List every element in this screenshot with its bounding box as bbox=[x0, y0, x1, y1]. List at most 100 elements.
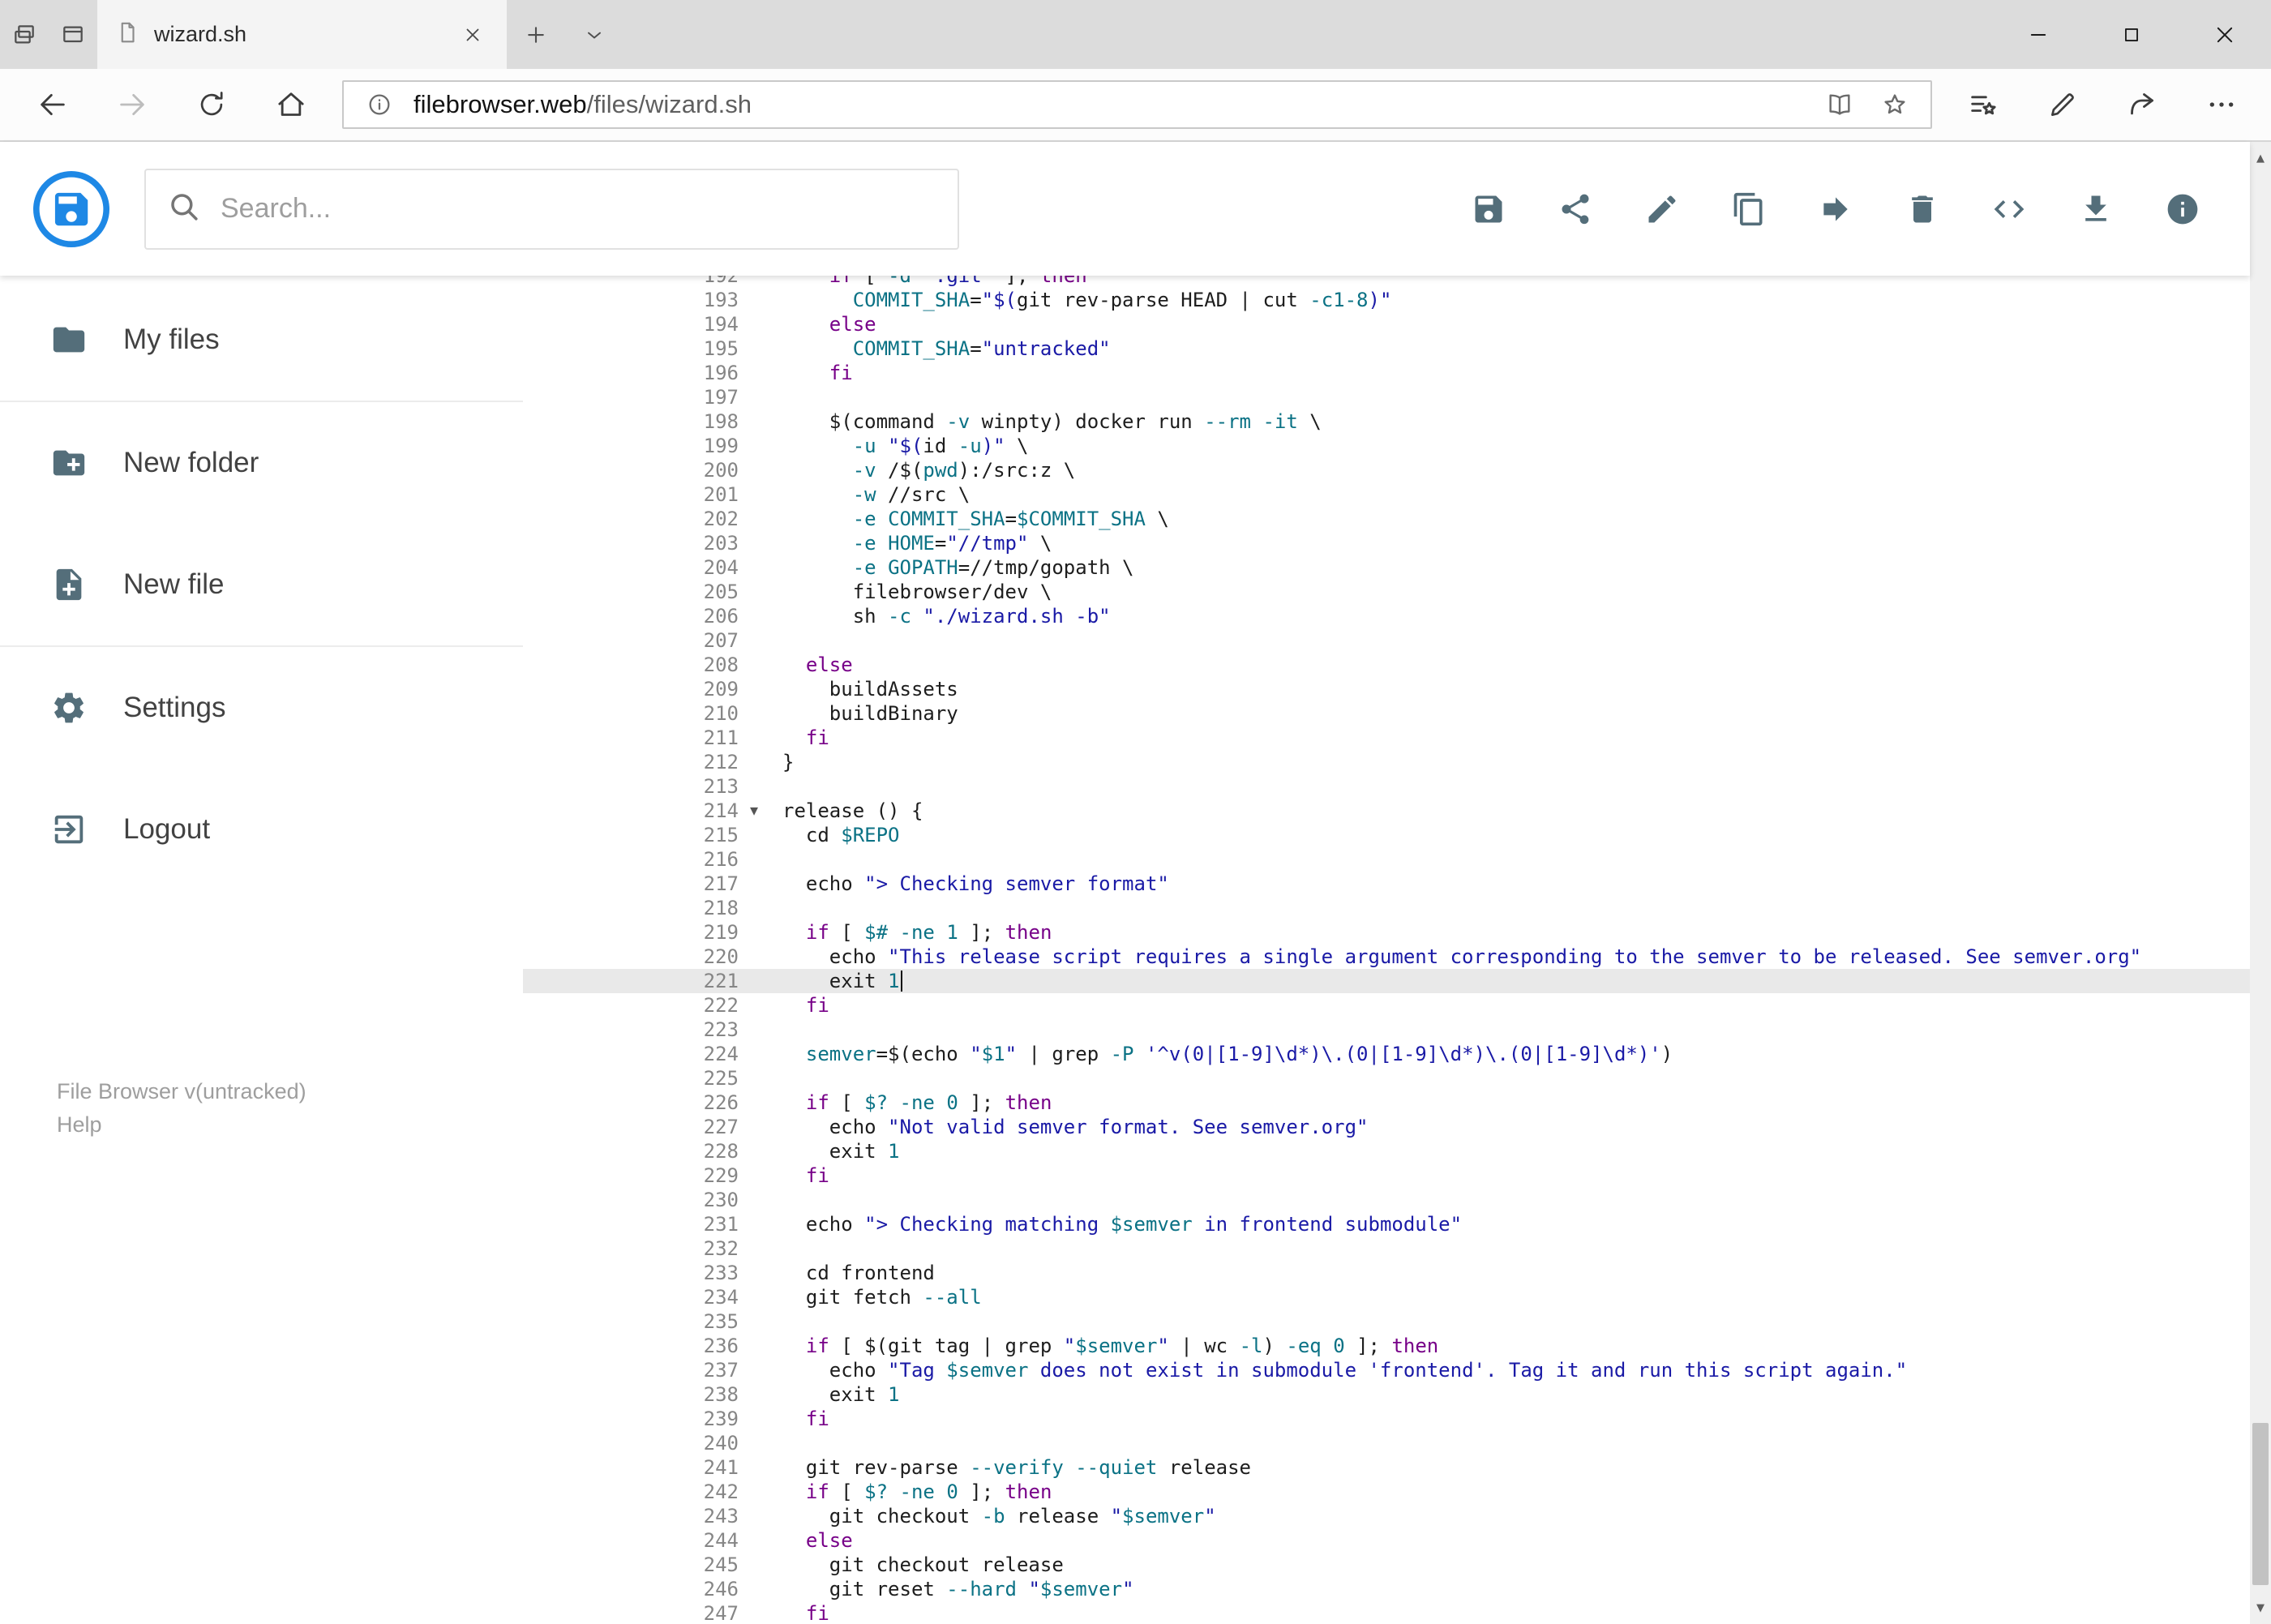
move-arrow-icon[interactable] bbox=[1792, 165, 1879, 254]
code-line[interactable]: 197 bbox=[523, 385, 2250, 409]
code-line[interactable]: 243 git checkout -b release "$semver" bbox=[523, 1504, 2250, 1528]
code-line[interactable]: 234 git fetch --all bbox=[523, 1285, 2250, 1309]
code-line[interactable]: 218 bbox=[523, 896, 2250, 920]
code-line[interactable]: 227 echo "Not valid semver format. See s… bbox=[523, 1115, 2250, 1139]
scrollbar-thumb[interactable] bbox=[2252, 1423, 2269, 1585]
help-link[interactable]: Help bbox=[57, 1108, 523, 1142]
code-line[interactable]: 193 COMMIT_SHA="$(git rev-parse HEAD | c… bbox=[523, 288, 2250, 312]
sidebar-item-new-file[interactable]: New file bbox=[0, 524, 523, 645]
code-line[interactable]: 206 sh -c "./wizard.sh -b" bbox=[523, 604, 2250, 628]
code-editor[interactable]: 192 if [ -d ".git" ]; then 193 COMMIT_SHA… bbox=[523, 276, 2250, 1624]
code-line[interactable]: 230 bbox=[523, 1188, 2250, 1212]
code-line[interactable]: 238 exit 1 bbox=[523, 1382, 2250, 1407]
code-line[interactable]: 235 bbox=[523, 1309, 2250, 1334]
code-line[interactable]: 233 cd frontend bbox=[523, 1261, 2250, 1285]
sidebar-item-settings[interactable]: Settings bbox=[0, 647, 523, 769]
code-line[interactable]: 228 exit 1 bbox=[523, 1139, 2250, 1163]
code-line[interactable]: 213 bbox=[523, 774, 2250, 799]
code-line[interactable]: 246 git reset --hard "$semver" bbox=[523, 1577, 2250, 1601]
code-line[interactable]: 239 fi bbox=[523, 1407, 2250, 1431]
code-line[interactable]: 212} bbox=[523, 750, 2250, 774]
back-icon[interactable] bbox=[13, 69, 92, 140]
code-line[interactable]: 245 git checkout release bbox=[523, 1553, 2250, 1577]
more-menu-icon[interactable] bbox=[2182, 69, 2261, 140]
download-icon[interactable] bbox=[2052, 165, 2139, 254]
sidebar-item-my-files[interactable]: My files bbox=[0, 279, 523, 401]
tab-close-icon[interactable] bbox=[456, 19, 489, 51]
home-icon[interactable] bbox=[251, 69, 331, 140]
code-line[interactable]: 225 bbox=[523, 1066, 2250, 1091]
share-file-icon[interactable] bbox=[1532, 165, 1618, 254]
code-line[interactable]: 201 -w //src \ bbox=[523, 482, 2250, 507]
favorite-star-icon[interactable] bbox=[1874, 84, 1916, 126]
delete-trash-icon[interactable] bbox=[1879, 165, 1965, 254]
scroll-down-icon[interactable]: ▼ bbox=[2250, 1592, 2271, 1624]
rename-pencil-icon[interactable] bbox=[1618, 165, 1705, 254]
code-line[interactable]: 209 buildAssets bbox=[523, 677, 2250, 701]
set-tabs-aside-icon[interactable] bbox=[0, 0, 49, 69]
maximize-button[interactable] bbox=[2085, 0, 2178, 69]
code-line[interactable]: 215 cd $REPO bbox=[523, 823, 2250, 847]
code-line[interactable]: 200 -v /$(pwd):/src:z \ bbox=[523, 458, 2250, 482]
code-line[interactable]: 224 semver=$(echo "$1" | grep -P '^v(0|[… bbox=[523, 1042, 2250, 1066]
code-line[interactable]: 240 bbox=[523, 1431, 2250, 1455]
sidebar-item-logout[interactable]: Logout bbox=[0, 769, 523, 890]
minimize-button[interactable] bbox=[1991, 0, 2085, 69]
code-line[interactable]: 223 bbox=[523, 1018, 2250, 1042]
scroll-up-icon[interactable]: ▲ bbox=[2250, 142, 2271, 174]
code-line[interactable]: 202 -e COMMIT_SHA=$COMMIT_SHA \ bbox=[523, 507, 2250, 531]
page-scrollbar[interactable]: ▲ ▼ bbox=[2250, 142, 2271, 1624]
reading-view-icon[interactable] bbox=[1819, 84, 1861, 126]
code-line[interactable]: 198 $(command -v winpty) docker run --rm… bbox=[523, 409, 2250, 434]
search-box[interactable] bbox=[144, 168, 959, 250]
copy-icon[interactable] bbox=[1705, 165, 1792, 254]
fold-arrow-icon[interactable]: ▾ bbox=[750, 798, 758, 822]
tab-list-chevron-icon[interactable] bbox=[565, 0, 623, 69]
web-note-pen-icon[interactable] bbox=[2023, 69, 2102, 140]
tab-preview-icon[interactable] bbox=[49, 0, 97, 69]
code-line[interactable]: 241 git rev-parse --verify --quiet relea… bbox=[523, 1455, 2250, 1480]
address-bar[interactable]: filebrowser.web/files/wizard.sh bbox=[342, 80, 1932, 129]
code-line[interactable]: 192 if [ -d ".git" ]; then bbox=[523, 276, 2250, 288]
code-line[interactable]: 231 echo "> Checking matching $semver in… bbox=[523, 1212, 2250, 1236]
code-line[interactable]: 195 COMMIT_SHA="untracked" bbox=[523, 336, 2250, 361]
code-line[interactable]: 211 fi bbox=[523, 726, 2250, 750]
code-line[interactable]: 205 filebrowser/dev \ bbox=[523, 580, 2250, 604]
code-line[interactable]: 244 else bbox=[523, 1528, 2250, 1553]
code-line[interactable]: 236 if [ $(git tag | grep "$semver" | wc… bbox=[523, 1334, 2250, 1358]
code-line[interactable]: 219 if [ $# -ne 1 ]; then bbox=[523, 920, 2250, 945]
code-line[interactable]: 221 exit 1 bbox=[523, 969, 2250, 993]
refresh-icon[interactable] bbox=[172, 69, 251, 140]
code-line[interactable]: 210 buildBinary bbox=[523, 701, 2250, 726]
code-line[interactable]: 232 bbox=[523, 1236, 2250, 1261]
code-line[interactable]: 237 echo "Tag $semver does not exist in … bbox=[523, 1358, 2250, 1382]
close-button[interactable] bbox=[2178, 0, 2271, 69]
code-line[interactable]: 214 ▾ release () { bbox=[523, 799, 2250, 823]
code-view-icon[interactable] bbox=[1965, 165, 2052, 254]
code-line[interactable]: 196 fi bbox=[523, 361, 2250, 385]
code-line[interactable]: 204 -e GOPATH=//tmp/gopath \ bbox=[523, 555, 2250, 580]
favorites-hub-icon[interactable] bbox=[1943, 69, 2023, 140]
forward-icon[interactable] bbox=[92, 69, 172, 140]
code-line[interactable]: 208 else bbox=[523, 653, 2250, 677]
code-line[interactable]: 242 if [ $? -ne 0 ]; then bbox=[523, 1480, 2250, 1504]
info-icon[interactable] bbox=[2139, 165, 2226, 254]
code-line[interactable]: 199 -u "$(id -u)" \ bbox=[523, 434, 2250, 458]
code-line[interactable]: 217 echo "> Checking semver format" bbox=[523, 872, 2250, 896]
save-icon[interactable] bbox=[1445, 165, 1532, 254]
code-line[interactable]: 229 fi bbox=[523, 1163, 2250, 1188]
code-line[interactable]: 226 if [ $? -ne 0 ]; then bbox=[523, 1091, 2250, 1115]
tab-wizard-sh[interactable]: wizard.sh bbox=[97, 0, 507, 69]
code-line[interactable]: 194 else bbox=[523, 312, 2250, 336]
code-line[interactable]: 222 fi bbox=[523, 993, 2250, 1018]
new-tab-button[interactable] bbox=[507, 0, 565, 69]
code-line[interactable]: 220 echo "This release script requires a… bbox=[523, 945, 2250, 969]
code-line[interactable]: 247 fi bbox=[523, 1601, 2250, 1624]
code-line[interactable]: 203 -e HOME="//tmp" \ bbox=[523, 531, 2250, 555]
sidebar-item-new-folder[interactable]: New folder bbox=[0, 402, 523, 524]
code-line[interactable]: 216 bbox=[523, 847, 2250, 872]
search-input[interactable] bbox=[221, 193, 936, 225]
share-icon[interactable] bbox=[2102, 69, 2182, 140]
code-line[interactable]: 207 bbox=[523, 628, 2250, 653]
site-info-icon[interactable] bbox=[358, 84, 401, 126]
